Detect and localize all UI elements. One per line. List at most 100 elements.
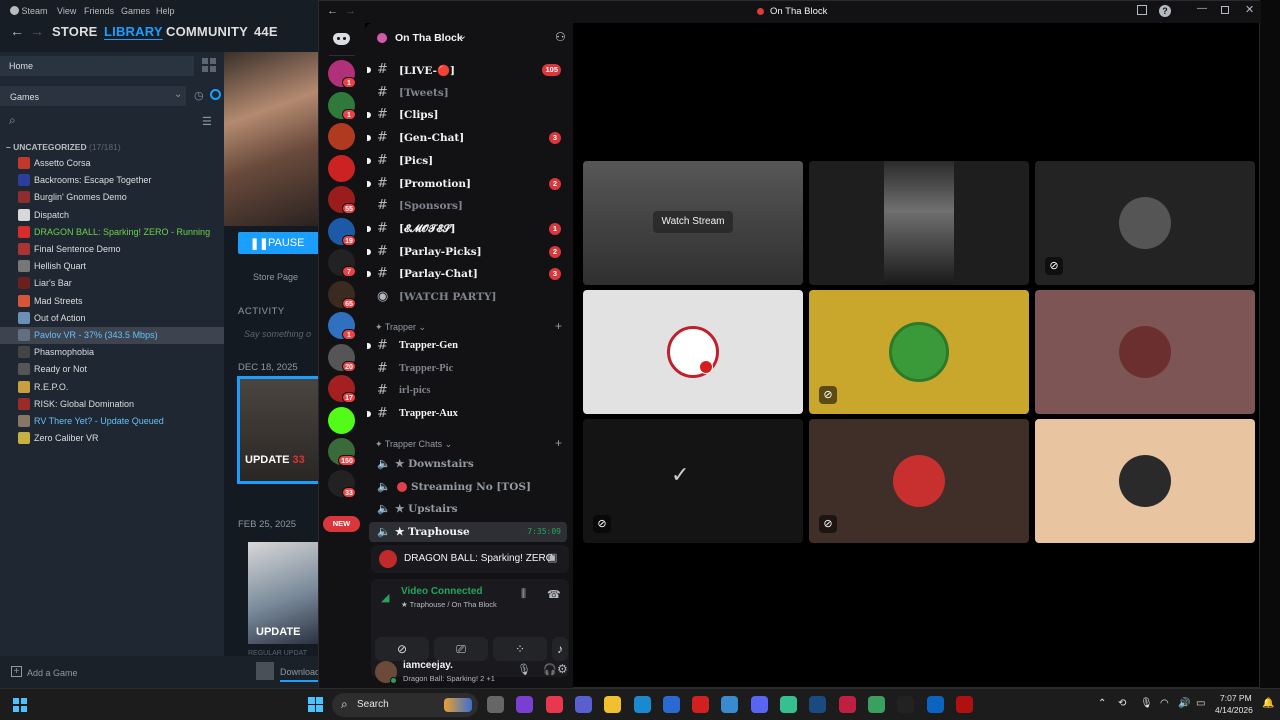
games-filter-dropdown[interactable]: Games ⌄ [0,86,186,106]
channel-item[interactable]: # Trapper-Pic [369,359,567,379]
channel-item[interactable]: # [Promotion] 2 [367,174,567,194]
category-header[interactable]: – UNCATEGORIZED (17/181) [6,142,121,152]
channel-item[interactable]: # [Parlay-Chat] 3 [367,264,567,284]
library-game-row[interactable]: RISK: Global Domination [0,396,224,413]
video-tile[interactable] [1035,290,1255,414]
library-game-row[interactable]: DRAGON BALL: Sparking! ZERO - Running [0,224,224,241]
headphones-icon[interactable]: 🎧 [543,663,557,676]
add-channel-icon[interactable]: + [555,436,562,450]
library-game-row[interactable]: Liar's Bar [0,275,224,292]
channel-item[interactable]: # [Sponsors] [369,196,567,216]
watch-stream-button[interactable]: Watch Stream [653,211,733,233]
steam-icon[interactable] [809,696,827,713]
battery-icon[interactable]: ▭ [1196,698,1205,709]
library-game-row[interactable]: Ready or Not [0,361,224,378]
taskbar-search[interactable]: ⌕ Search [332,693,478,717]
video-tile[interactable] [1035,419,1255,543]
back-arrow-icon[interactable]: ← [327,5,338,17]
menu-friends[interactable]: Friends [84,6,114,16]
file-explorer-icon[interactable] [604,696,622,713]
screen-share-button[interactable]: ⎚ [434,637,488,661]
menu-games[interactable]: Games [121,6,150,16]
nav-store[interactable]: STORE [52,24,98,39]
menu-help[interactable]: Help [156,6,175,16]
server-icon[interactable] [328,154,355,182]
menu-view[interactable]: View [57,6,76,16]
app-infinity-icon[interactable] [926,696,944,713]
library-game-row[interactable]: Zero Caliber VR [0,430,224,447]
camera-off-button[interactable]: ⊘ [375,637,429,661]
recent-clock-icon[interactable]: ◷ [194,89,204,102]
library-game-row[interactable]: R.E.P.O. [0,379,224,396]
play-filter-icon[interactable] [210,89,221,100]
discord-icon[interactable] [750,696,768,713]
tray-mic-icon[interactable]: 🎙 [1140,698,1153,709]
library-game-row[interactable]: RV There Yet? - Update Queued [0,413,224,430]
video-tile[interactable]: ✓ ⊘ [583,419,803,543]
channel-item[interactable]: # [Tweets] [369,83,567,103]
new-badge[interactable]: NEW [323,516,360,532]
category-trapper[interactable]: ✦ Trapper ⌄ [375,322,426,333]
forward-arrow-icon[interactable]: → [30,23,44,39]
add-game-bar[interactable]: + Add a Game [0,656,224,688]
update-card-1[interactable]: UPDATE 33 [237,376,320,484]
voice-channel-item[interactable]: 🔈 ★ Downstairs [369,454,567,474]
filter-icon[interactable]: ☰ [202,115,212,128]
app-a-icon[interactable] [721,696,739,713]
app-red-icon[interactable] [838,696,856,713]
store-page-link[interactable]: Store Page [253,272,298,282]
activities-button[interactable]: ⁘ [493,637,547,661]
video-tile[interactable] [583,290,803,414]
add-member-icon[interactable]: ⚇ [555,30,566,44]
inbox-icon[interactable] [1137,5,1147,15]
tray-chevron-icon[interactable]: ⌃ [1098,698,1106,709]
channel-item[interactable]: ◉ [WATCH PARTY] [369,287,567,307]
library-game-row[interactable]: Hellish Quart [0,258,224,275]
help-icon[interactable]: ? [1159,5,1171,17]
microphone-icon[interactable]: 🎙 [517,663,531,676]
steam-menu[interactable]: Steam [10,6,48,16]
library-game-row[interactable]: Assetto Corsa [0,155,224,172]
store-icon[interactable] [662,696,680,713]
library-game-row[interactable]: Final Sentence Demo [0,241,224,258]
library-game-row[interactable]: Backrooms: Escape Together [0,172,224,189]
add-channel-icon[interactable]: + [555,319,562,333]
back-arrow-icon[interactable]: ← [10,23,24,39]
clock-time[interactable]: 7:07 PM [1220,693,1252,703]
video-tile[interactable] [809,161,1029,285]
library-game-row[interactable]: Out of Action [0,310,224,327]
obs-icon[interactable] [955,696,973,713]
library-search[interactable]: ⌕ ☰ [0,110,224,132]
channel-item[interactable]: # Trapper-Aux [367,404,567,424]
grid-view-icon[interactable] [202,58,216,72]
category-trapper-chats[interactable]: ✦ Trapper Chats ⌄ [375,439,452,450]
channel-item[interactable]: # [Clips] [367,105,567,125]
download-bar[interactable]: Download [224,656,320,688]
tray-sync-icon[interactable]: ⟲ [1118,698,1126,709]
tiktok-icon[interactable] [897,696,915,713]
voice-channel-item[interactable]: 🔈 ★ Upstairs [369,499,567,519]
teams-icon[interactable] [574,696,592,713]
library-game-row[interactable]: Pavlov VR - 37% (343.5 Mbps) [0,327,224,344]
server-header[interactable]: On Tha Block ⌄ ⚇ [365,23,573,53]
app-green-icon[interactable] [780,696,797,713]
username[interactable]: iamceejay. [403,660,453,671]
connection-status[interactable]: Video Connected [401,586,483,597]
activity-panel[interactable]: DRAGON BALL: Sparking! ZERO ▣ [371,545,569,573]
settings-gear-icon[interactable]: ⚙ [557,662,568,676]
clock-date[interactable]: 4/14/2026 [1215,705,1253,715]
wifi-icon[interactable]: ◠ [1160,698,1169,709]
music-icon[interactable] [545,696,563,713]
channel-item[interactable]: # [LIVE-🔴] 105 [367,60,567,80]
library-game-row[interactable]: Burglin' Gnomes Demo [0,189,224,206]
connection-channel[interactable]: ★ Traphouse / On Tha Block [401,600,497,609]
app-stripe-icon[interactable] [867,696,885,713]
notification-bell-icon[interactable]: 🔔 [1262,698,1274,709]
pause-button[interactable]: ❚❚ PAUSE [238,232,320,254]
say-something-input[interactable]: Say something o [244,329,311,339]
noise-suppression-icon[interactable]: ⫼ [521,588,526,601]
library-game-row[interactable]: Dispatch [0,207,224,224]
channel-item[interactable]: # Trapper-Gen [367,336,567,356]
task-view-icon[interactable] [487,696,504,713]
video-tile[interactable]: ⊘ [1035,161,1255,285]
